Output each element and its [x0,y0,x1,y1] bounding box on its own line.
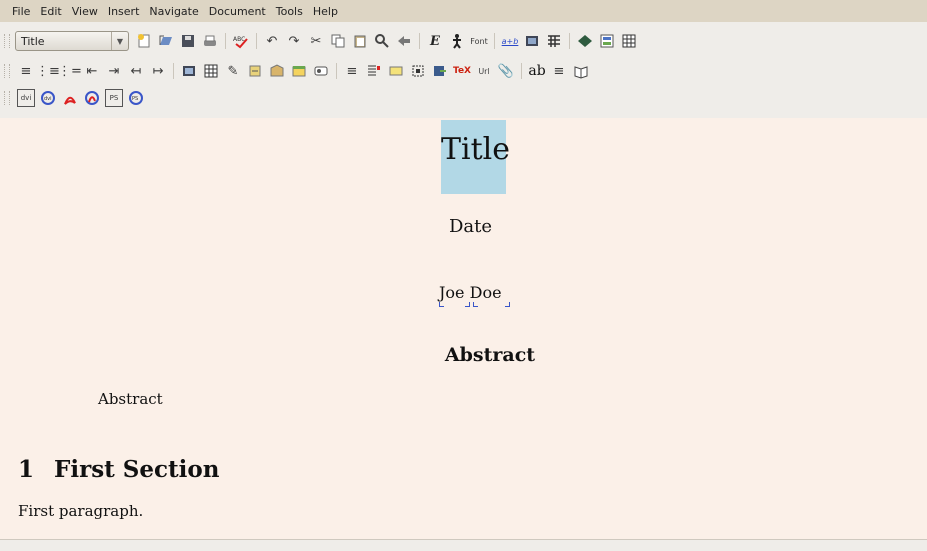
tex-icon[interactable]: TeX [453,62,471,80]
find-replace-icon[interactable] [373,32,391,50]
align-icon[interactable]: ≡ [17,62,35,80]
marginal-note-icon[interactable] [365,62,383,80]
menu-help[interactable]: Help [309,5,342,18]
dvi-update-icon[interactable]: dvi [39,89,57,107]
cut-icon[interactable]: ✂ [307,32,325,50]
menu-navigate[interactable]: Navigate [145,5,202,18]
menu-file[interactable]: File [8,5,34,18]
copy-icon[interactable] [329,32,347,50]
open-icon[interactable] [157,32,175,50]
depth-increase-icon[interactable]: ↦ [149,62,167,80]
toolbar-separator [494,33,495,49]
author-first-name: Joe [439,283,465,302]
cross-ref-icon[interactable] [246,62,264,80]
menu-document[interactable]: Document [205,5,270,18]
indent-increase-icon[interactable]: ⇥ [105,62,123,80]
abstract-text[interactable]: Abstract [98,390,163,408]
svg-text:PS: PS [132,96,138,102]
main-toolbar: Title ▼ ABC ↶ ↷ ✂ E Font a+b [0,27,927,55]
menu-bar: File Edit View Insert Navigate Document … [0,0,927,22]
include-icon[interactable] [431,62,449,80]
status-bar [0,540,927,551]
section-number: 1 [18,456,35,483]
figure-icon[interactable] [523,32,541,50]
dvi-icon[interactable]: dvi [17,89,35,107]
ab-icon[interactable]: ab [528,62,546,80]
font-icon[interactable]: Font [470,32,488,50]
back-icon[interactable] [395,32,413,50]
paragraph-style-select[interactable]: Title ▼ [15,31,129,51]
print-icon[interactable] [201,32,219,50]
paste-icon[interactable] [351,32,369,50]
footnote-icon[interactable]: ≡ [343,62,361,80]
numbered-list-icon[interactable]: ⋮≡ [36,62,60,80]
table-icon[interactable] [545,32,563,50]
redo-icon[interactable]: ↷ [285,32,303,50]
ps-icon[interactable]: PS [105,89,123,107]
toolbar-grip[interactable] [4,64,10,78]
toolbar-separator [419,33,420,49]
section-title: First Section [54,456,220,483]
toolbar-area: Title ▼ ABC ↶ ↷ ✂ E Font a+b ≡ ⋮≡ ⋮= ⇤ ⇥… [0,22,927,118]
undo-icon[interactable]: ↶ [263,32,281,50]
attachment-icon[interactable]: 📎 [497,62,515,80]
menu-insert[interactable]: Insert [104,5,144,18]
toolbar-separator [225,33,226,49]
toolbar-separator [336,63,337,79]
index-icon[interactable] [290,62,308,80]
new-document-icon[interactable] [135,32,153,50]
spellcheck-icon[interactable]: ABC [232,32,250,50]
menu-view[interactable]: View [68,5,102,18]
save-icon[interactable] [179,32,197,50]
indent-decrease-icon[interactable]: ⇤ [83,62,101,80]
hyperlink-icon[interactable] [409,62,427,80]
toc-icon[interactable]: ≡ [550,62,568,80]
document-editor[interactable]: Title Date Joe Doe Abstract Abstract 1 Fi… [0,118,927,540]
toolbar-separator [569,33,570,49]
nomenclature-icon[interactable] [312,62,330,80]
note-icon[interactable] [387,62,405,80]
graphics-icon[interactable] [180,62,198,80]
abstract-heading: Abstract [444,344,536,366]
paragraph-style-value: Title [21,34,45,48]
toolbar-separator [256,33,257,49]
view-icon[interactable] [576,32,594,50]
inset-marker [473,302,478,307]
toolbar-separator [521,63,522,79]
compare-icon[interactable] [598,32,616,50]
document-author[interactable]: Joe Doe [439,283,510,307]
emphasis-icon[interactable]: E [426,32,444,50]
inset-marker [439,302,444,307]
menu-edit[interactable]: Edit [36,5,65,18]
paragraph[interactable]: First paragraph. [18,502,143,520]
document-date[interactable]: Date [0,216,927,237]
svg-text:dvi: dvi [44,96,52,102]
author-last-name: Doe [469,283,502,302]
pdf-icon[interactable] [61,89,79,107]
toolbar-grip[interactable] [4,91,10,105]
extra-toolbar: ≡ ⋮≡ ⋮= ⇤ ⇥ ↤ ↦ ✎ ≡ TeX Url 📎 ab ≡ [0,57,927,85]
menu-tools[interactable]: Tools [272,5,307,18]
table-insert-icon[interactable] [202,62,220,80]
citation-icon[interactable] [268,62,286,80]
grid-icon[interactable] [620,32,638,50]
url-icon[interactable]: Url [475,62,493,80]
pdf-update-icon[interactable] [83,89,101,107]
toolbar-separator [173,63,174,79]
bullet-list-icon[interactable]: ⋮= [58,62,82,80]
ps-update-icon[interactable]: PS [127,89,145,107]
inset-marker [505,302,510,307]
noun-icon[interactable] [448,32,466,50]
inset-marker [465,302,470,307]
toolbar-grip[interactable] [4,34,10,48]
section-heading[interactable]: 1 First Section [18,456,219,483]
label-icon[interactable]: ✎ [224,62,242,80]
math-icon[interactable]: a+b [501,32,519,50]
document-title[interactable]: Title [441,132,510,167]
view-toolbar: dvi dvi PS PS [0,85,927,111]
depth-decrease-icon[interactable]: ↤ [127,62,145,80]
chevron-down-icon[interactable]: ▼ [111,32,128,50]
book-icon[interactable] [572,62,590,80]
